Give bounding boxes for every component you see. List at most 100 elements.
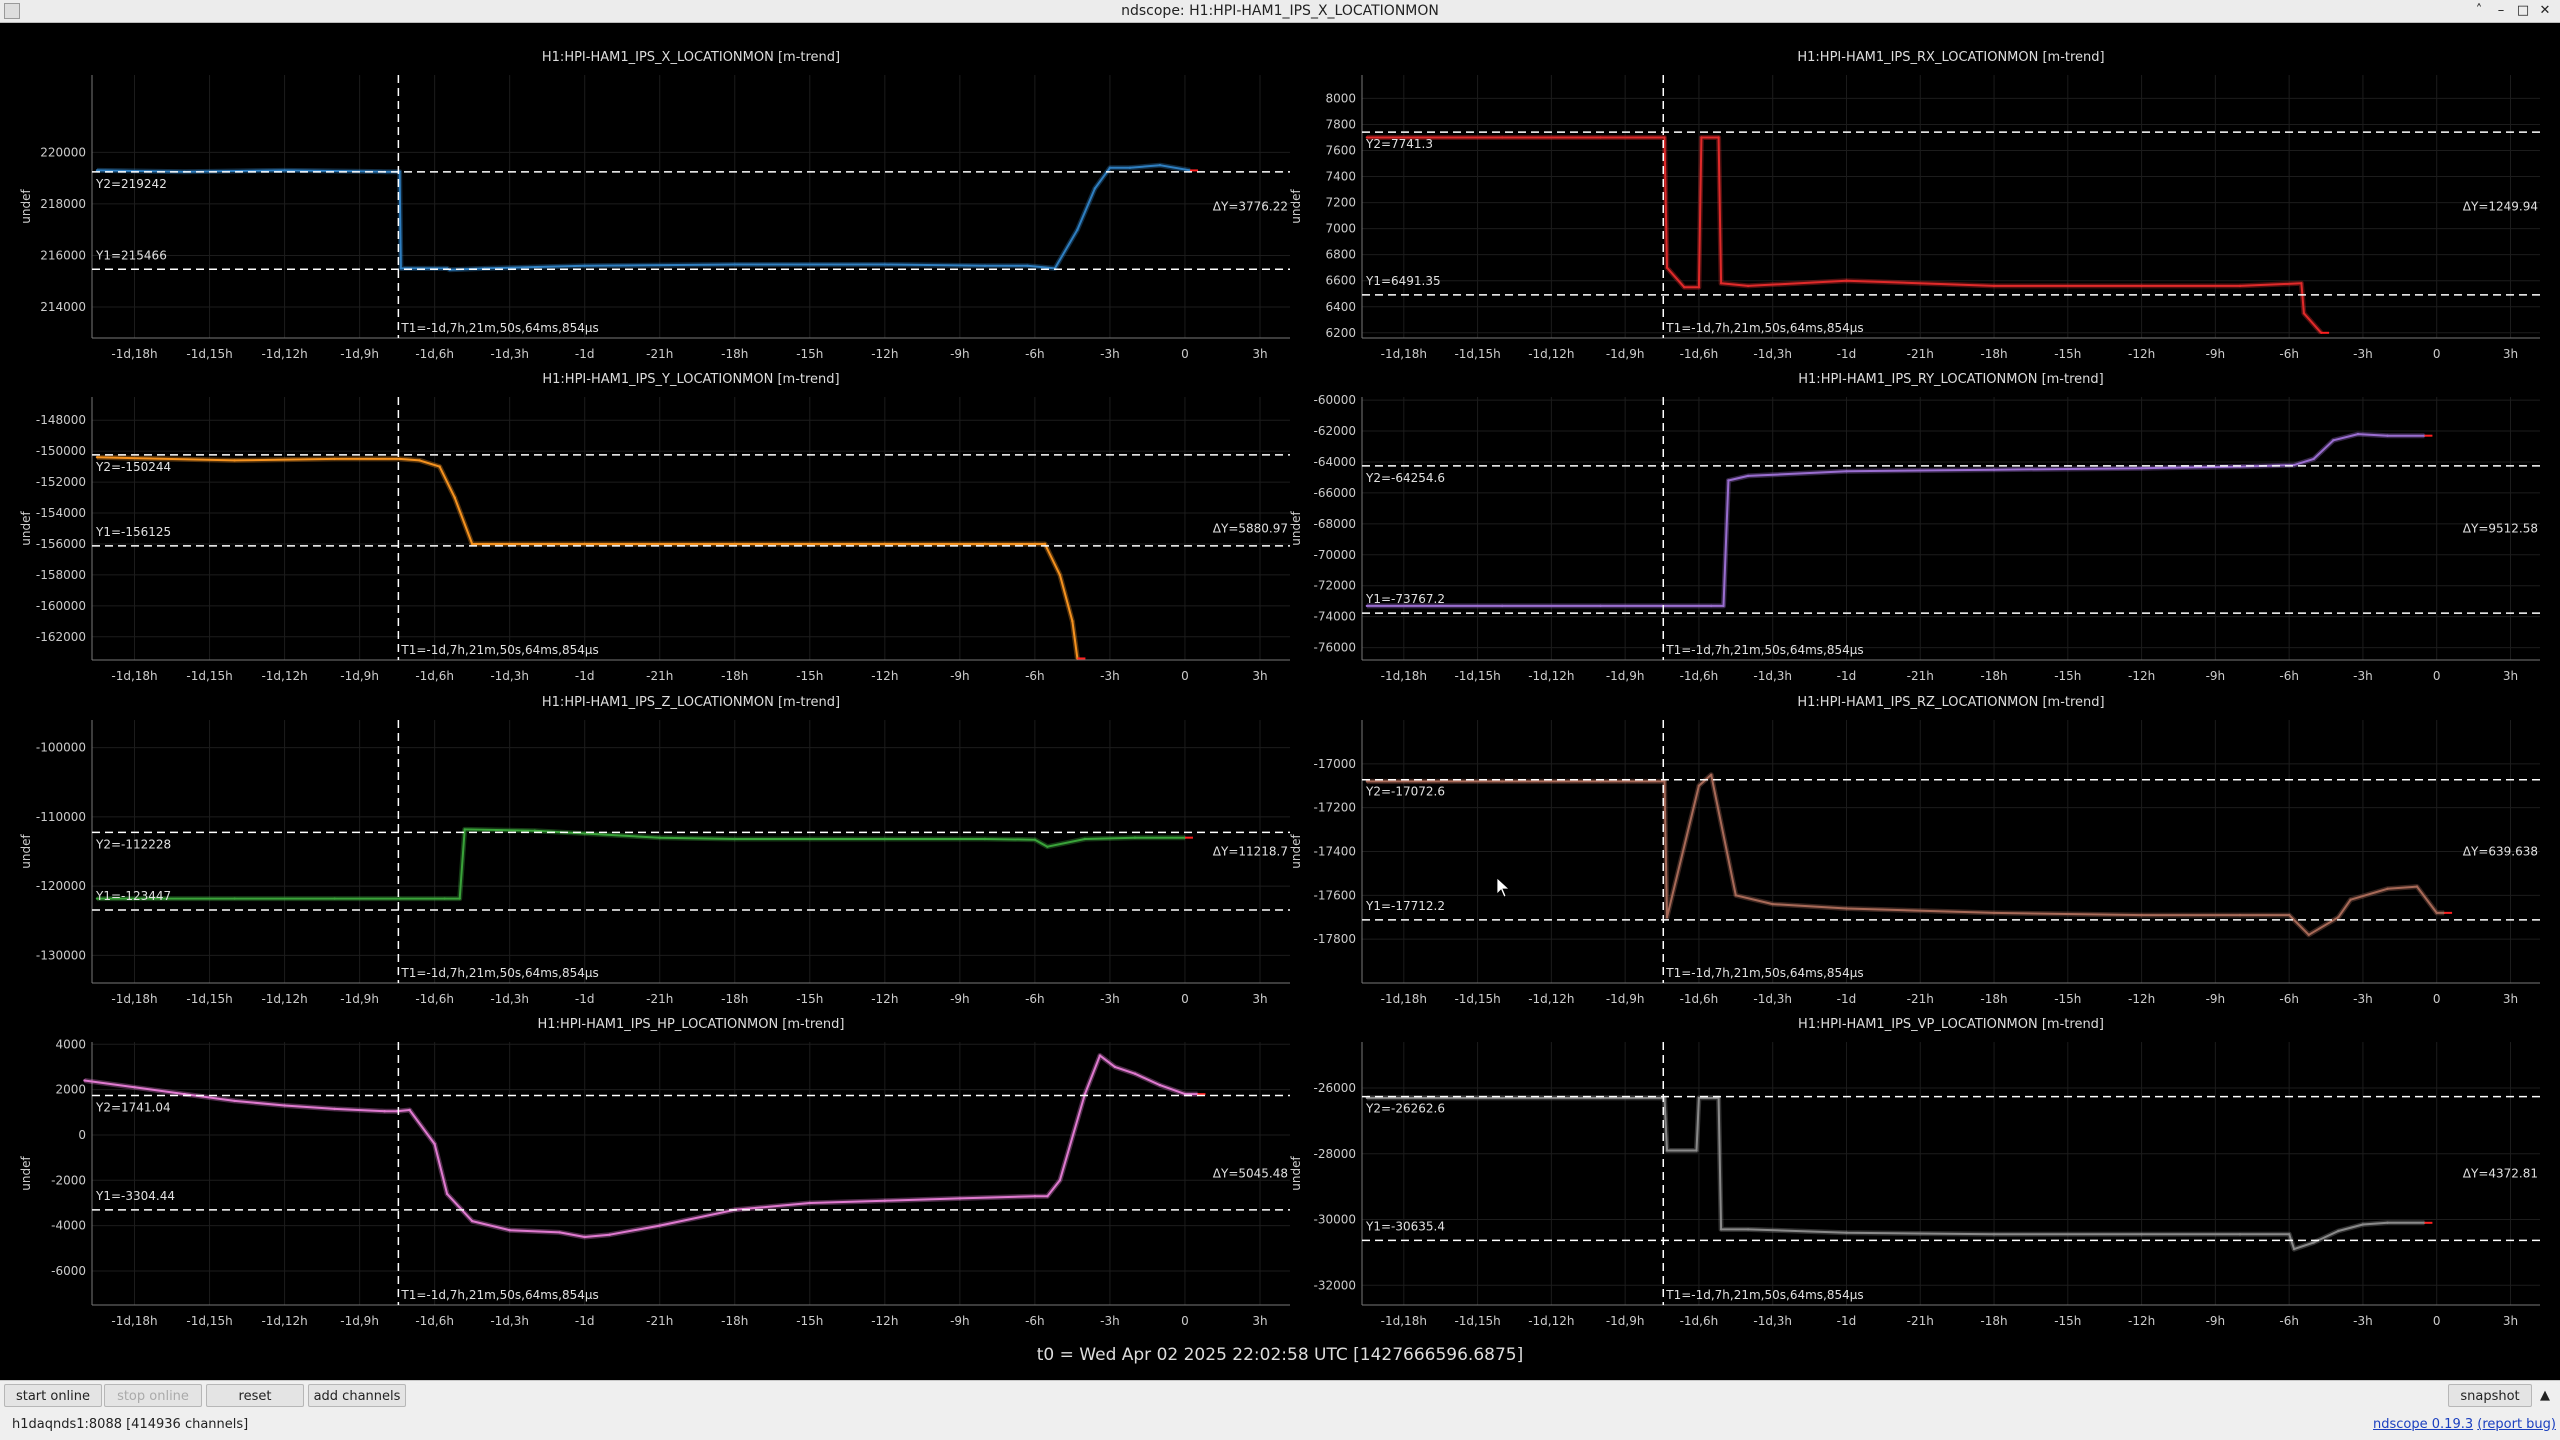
shade-icon[interactable]: –: [2490, 0, 2512, 22]
version-link[interactable]: ndscope 0.19.3: [2373, 1417, 2473, 1432]
expand-up-icon[interactable]: ▲: [2534, 1384, 2556, 1407]
plot-ry[interactable]: H1:HPI-HAM1_IPS_RY_LOCATIONMON [m-trend]…: [1289, 372, 2540, 683]
data-point: [1717, 136, 1720, 139]
y-tick-label: 0: [78, 1128, 86, 1142]
toolbar: start online stop online reset add chann…: [0, 1380, 2560, 1411]
x-tick-label: -1d: [1837, 347, 1857, 361]
series-line: [96, 164, 1191, 271]
data-point: [2435, 911, 2438, 915]
plots-canvas[interactable]: H1:HPI-HAM1_IPS_X_LOCATIONMON [m-trend] -…: [0, 23, 2560, 1343]
series-line: [1366, 773, 2445, 936]
y-tick-label: -74000: [1313, 610, 1356, 624]
x-tick-label: -15h: [796, 347, 823, 361]
data-point: [2140, 913, 2143, 917]
data-point: [1992, 284, 1996, 288]
y-tick-label: -17400: [1313, 845, 1356, 859]
series-line: [1366, 1096, 2425, 1251]
stop-online-button[interactable]: stop online: [104, 1384, 202, 1407]
data-point: [533, 829, 536, 832]
t1-label: T1=-1d,7h,21m,50s,64ms,854μs: [400, 643, 598, 657]
plot-y[interactable]: H1:HPI-HAM1_IPS_Y_LOCATIONMON [m-trend] -…: [19, 372, 1290, 683]
t1-label: T1=-1d,7h,21m,50s,64ms,854μs: [1665, 643, 1863, 657]
x-tick-label: -1d,9h: [1606, 992, 1645, 1006]
y1-label: Y1=215466: [95, 248, 167, 262]
data-point: [2386, 434, 2389, 437]
data-point: [558, 1231, 561, 1234]
data-point: [1076, 228, 1079, 231]
plot-rx[interactable]: H1:HPI-HAM1_IPS_RX_LOCATIONMON [m-trend]…: [1289, 50, 2540, 361]
y-tick-label: -28000: [1313, 1147, 1356, 1161]
plot-x[interactable]: H1:HPI-HAM1_IPS_X_LOCATIONMON [m-trend] -…: [19, 50, 1290, 361]
x-tick-label: -21h: [646, 669, 673, 683]
plot-area[interactable]: H1:HPI-HAM1_IPS_X_LOCATIONMON [m-trend] -…: [0, 23, 2560, 1378]
y-tick-label: -120000: [36, 879, 86, 893]
data-point: [1845, 470, 1848, 473]
delta-y-label: ΔY=9512.58: [2463, 522, 2538, 536]
x-tick-label: -1d: [1837, 669, 1857, 683]
x-tick-label: -21h: [1907, 1314, 1934, 1328]
plot-title: H1:HPI-HAM1_IPS_RY_LOCATIONMON [m-trend]: [1798, 372, 2103, 387]
x-tick-label: -12h: [871, 992, 898, 1006]
y-tick-label: -17600: [1313, 888, 1356, 902]
x-tick-label: 3h: [2503, 1314, 2518, 1328]
plot-title: H1:HPI-HAM1_IPS_RX_LOCATIONMON [m-trend]: [1797, 50, 2104, 65]
y-tick-label: -158000: [36, 568, 86, 582]
data-point: [1665, 916, 1669, 919]
snapshot-button[interactable]: snapshot: [2448, 1384, 2532, 1407]
connection-status: h1daqnds1:8088 [414936 channels]: [12, 1417, 249, 1432]
x-tick-label: -1d,3h: [1753, 992, 1792, 1006]
data-point: [1746, 1228, 1750, 1231]
data-point: [2337, 1229, 2340, 1233]
reset-button[interactable]: reset: [206, 1384, 304, 1407]
x-tick-label: -15h: [796, 669, 823, 683]
plot-rz[interactable]: H1:HPI-HAM1_IPS_RZ_LOCATIONMON [m-trend]…: [1289, 695, 2540, 1006]
close-icon[interactable]: ✕: [2534, 0, 2556, 22]
y-axis-label: undef: [1289, 511, 1303, 546]
x-tick-label: -18h: [721, 669, 748, 683]
data-point: [1697, 784, 1701, 787]
start-online-button[interactable]: start online: [4, 1384, 102, 1407]
x-tick-label: -21h: [1907, 669, 1934, 683]
y-tick-label: -110000: [36, 810, 86, 824]
x-tick-label: -18h: [1980, 669, 2007, 683]
data-point: [398, 457, 401, 461]
data-point: [458, 897, 461, 900]
minimize-icon[interactable]: ˄: [2468, 0, 2490, 22]
x-tick-label: -1d,6h: [1680, 1314, 1719, 1328]
add-channels-button[interactable]: add channels: [308, 1384, 406, 1407]
x-tick-label: -1d,12h: [261, 1314, 307, 1328]
data-point: [1033, 1195, 1037, 1198]
x-tick-label: -1d,12h: [261, 347, 307, 361]
x-tick-label: -21h: [1907, 347, 1934, 361]
x-tick-label: -21h: [646, 1314, 673, 1328]
plot-z[interactable]: H1:HPI-HAM1_IPS_Z_LOCATIONMON [m-trend] -…: [19, 695, 1290, 1006]
y-tick-label: 7600: [1325, 144, 1356, 158]
y-tick-label: -160000: [36, 599, 86, 613]
plot-vp[interactable]: H1:HPI-HAM1_IPS_VP_LOCATIONMON [m-trend]…: [1289, 1017, 2540, 1328]
x-tick-label: -1d,12h: [1528, 992, 1574, 1006]
series-envelope: [1366, 431, 2425, 609]
data-point: [1113, 1065, 1117, 1069]
x-tick-label: 0: [1181, 1314, 1189, 1328]
x-tick-label: 0: [2433, 1314, 2441, 1328]
data-point: [1722, 604, 1725, 608]
delta-y-label: ΔY=3776.22: [1213, 200, 1288, 214]
report-bug-link[interactable]: (report bug): [2477, 1417, 2556, 1432]
plot-hp[interactable]: H1:HPI-HAM1_IPS_HP_LOCATIONMON [m-trend]…: [19, 1017, 1290, 1328]
y-axis-label: undef: [1289, 834, 1303, 869]
data-point: [2332, 439, 2335, 442]
x-tick-label: 0: [1181, 992, 1189, 1006]
y-tick-label: -72000: [1313, 579, 1356, 593]
x-tick-label: -9h: [2206, 1314, 2226, 1328]
x-tick-label: -21h: [646, 992, 673, 1006]
y-tick-label: -62000: [1313, 424, 1356, 438]
y2-label: Y2=219242: [95, 177, 167, 191]
maximize-icon[interactable]: □: [2512, 0, 2534, 22]
x-tick-label: 3h: [1252, 669, 1267, 683]
x-tick-label: -9h: [950, 347, 970, 361]
y-tick-label: 218000: [40, 197, 86, 211]
data-point: [2415, 885, 2419, 888]
data-point: [733, 542, 736, 546]
y-axis-label: undef: [19, 189, 33, 224]
x-tick-label: -1d,3h: [490, 1314, 529, 1328]
